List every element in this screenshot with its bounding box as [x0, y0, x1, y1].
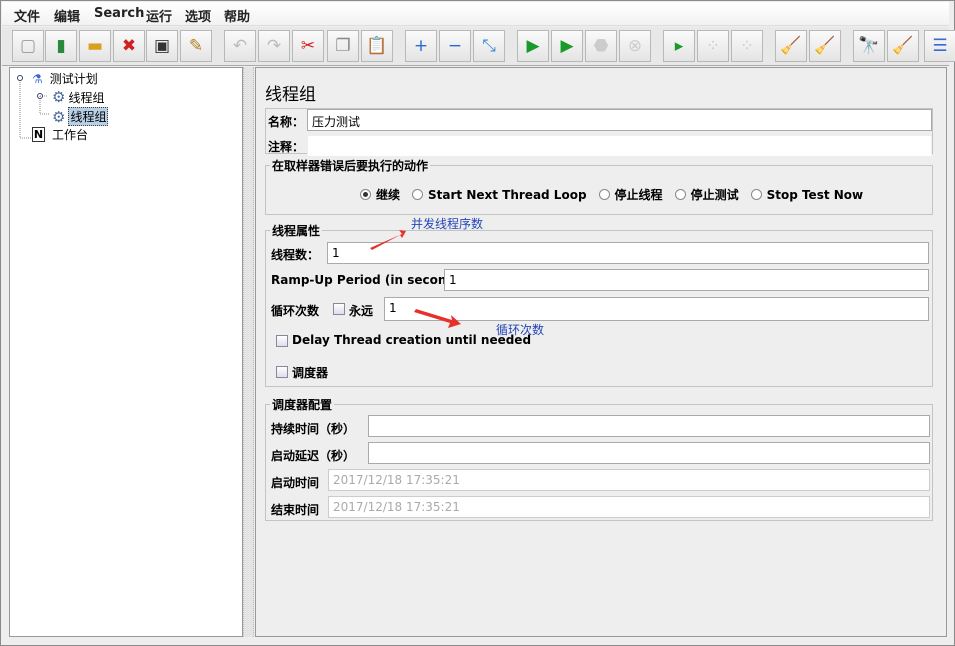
test-plan-tree: ⚗ 测试计划 ⚙ 线程组 ⚙ 线程组 N 工作台	[9, 67, 243, 637]
toggle-icon: ⤡	[482, 36, 496, 56]
copy-button[interactable]: ❐	[327, 30, 359, 62]
templates-icon: ▮	[56, 36, 66, 56]
tree-node-workbench[interactable]: N 工作台	[32, 126, 88, 143]
expand-button[interactable]: +	[405, 30, 437, 62]
remote-stop-button[interactable]: ⁘	[697, 30, 729, 62]
new-button[interactable]: ▢	[12, 30, 44, 62]
collapse-icon: −	[447, 36, 463, 56]
start-no-pause-icon: ▶	[560, 36, 574, 56]
start-button[interactable]: ▶	[517, 30, 549, 62]
remote-start-button[interactable]: ▸	[663, 30, 695, 62]
start-time-input[interactable]: 2017/12/18 17:35:21	[328, 469, 930, 491]
menu-bar: 文件 编辑 Search 运行 选项 帮助	[2, 2, 949, 26]
app-window: 文件 编辑 Search 运行 选项 帮助 ▢ ▮ ▬ ✖ ▣ ✎ ↶ ↷ ✂ ❐ 📋 + − ⤡ ▶ ▶ ⬣ ⊗…	[0, 0, 955, 646]
end-time-label: 结束时间	[271, 503, 320, 517]
remote-shutdown-icon: ⁘	[739, 36, 755, 56]
stop-button[interactable]: ⬣	[585, 30, 617, 62]
save-button[interactable]: ▣	[146, 30, 178, 62]
tree-node-thread-group[interactable]: ⚙ 线程组	[52, 88, 104, 106]
startup-delay-label: 启动延迟（秒）	[271, 449, 356, 463]
toolbar: ▢ ▮ ▬ ✖ ▣ ✎ ↶ ↷ ✂ ❐ 📋 + − ⤡ ▶ ▶ ⬣ ⊗ ▸ ⁘ ⁘ 🧹 🧹 🔭 🧹 ☰	[2, 27, 955, 66]
redo-button[interactable]: ↷	[258, 30, 290, 62]
scheduler-config-group: 调度器配置 持续时间（秒） 启动延迟（秒） 启动时间 2017/12/18 17…	[265, 396, 933, 521]
save-as-button[interactable]: ✎	[180, 30, 212, 62]
end-time-input[interactable]: 2017/12/18 17:35:21	[328, 496, 930, 518]
clear-icon: 🧹	[780, 36, 802, 56]
tree-node-thread-group-selected[interactable]: ⚙ 线程组	[52, 107, 109, 126]
templates-button[interactable]: ▮	[45, 30, 77, 62]
reset-search-icon: 🧹	[892, 36, 914, 56]
startup-delay-input[interactable]	[368, 442, 930, 464]
redo-icon: ↷	[266, 36, 282, 56]
expand-icon: +	[413, 36, 429, 56]
annotation-arrows	[370, 230, 461, 328]
flask-icon: ⚗	[32, 71, 43, 86]
paste-button[interactable]: 📋	[361, 30, 393, 62]
menu-options[interactable]: 选项	[185, 6, 211, 25]
gear-icon: ⚙	[52, 107, 66, 126]
undo-button[interactable]: ↶	[224, 30, 256, 62]
scheduler-legend: 调度器配置	[270, 396, 335, 413]
start-no-pause-button[interactable]: ▶	[551, 30, 583, 62]
clear-button[interactable]: 🧹	[775, 30, 807, 62]
clear-all-icon: 🧹	[814, 36, 836, 56]
save-as-icon: ✎	[188, 36, 204, 56]
stop-icon: ⬣	[593, 36, 609, 56]
paste-icon: 📋	[366, 36, 388, 56]
close-icon: ✖	[121, 36, 137, 56]
start-icon: ▶	[526, 36, 540, 56]
remote-stop-icon: ⁘	[705, 36, 721, 56]
shutdown-button[interactable]: ⊗	[619, 30, 651, 62]
reset-search-button[interactable]: 🧹	[887, 30, 919, 62]
new-icon: ▢	[19, 36, 37, 56]
search-icon: 🔭	[858, 36, 880, 56]
close-button[interactable]: ✖	[113, 30, 145, 62]
gear-icon: ⚙	[52, 88, 66, 106]
collapse-button[interactable]: −	[439, 30, 471, 62]
start-time-label: 启动时间	[271, 476, 320, 490]
menu-help[interactable]: 帮助	[224, 6, 250, 25]
workbench-icon: N	[32, 127, 45, 142]
save-icon: ▣	[153, 36, 171, 56]
arrow-threads	[370, 230, 406, 250]
cut-icon: ✂	[300, 36, 316, 56]
menu-edit[interactable]: 编辑	[54, 6, 80, 25]
clear-all-button[interactable]: 🧹	[809, 30, 841, 62]
cut-button[interactable]: ✂	[292, 30, 324, 62]
function-helper-icon: ☰	[932, 36, 948, 56]
open-button[interactable]: ▬	[79, 30, 111, 62]
tree-node-test-plan[interactable]: ⚗ 测试计划	[32, 70, 98, 87]
shutdown-icon: ⊗	[627, 36, 643, 56]
copy-icon: ❐	[335, 36, 351, 56]
duration-input[interactable]	[368, 415, 930, 437]
open-icon: ▬	[86, 36, 104, 56]
search-button[interactable]: 🔭	[853, 30, 885, 62]
remote-start-icon: ▸	[674, 36, 684, 56]
thread-group-panel: 线程组 名称： 压力测试 注释： 在取样器错误后要执行的动作 继续 Start N…	[255, 67, 947, 637]
undo-icon: ↶	[232, 36, 248, 56]
arrow-loop	[414, 309, 461, 328]
menu-search[interactable]: Search	[94, 6, 144, 21]
toggle-button[interactable]: ⤡	[473, 30, 505, 62]
duration-label: 持续时间（秒）	[271, 422, 356, 436]
menu-run[interactable]: 运行	[146, 6, 172, 25]
function-helper-button[interactable]: ☰	[924, 30, 955, 62]
splitter-handle[interactable]	[243, 67, 254, 637]
remote-shutdown-button[interactable]: ⁘	[731, 30, 763, 62]
menu-file[interactable]: 文件	[14, 6, 40, 25]
